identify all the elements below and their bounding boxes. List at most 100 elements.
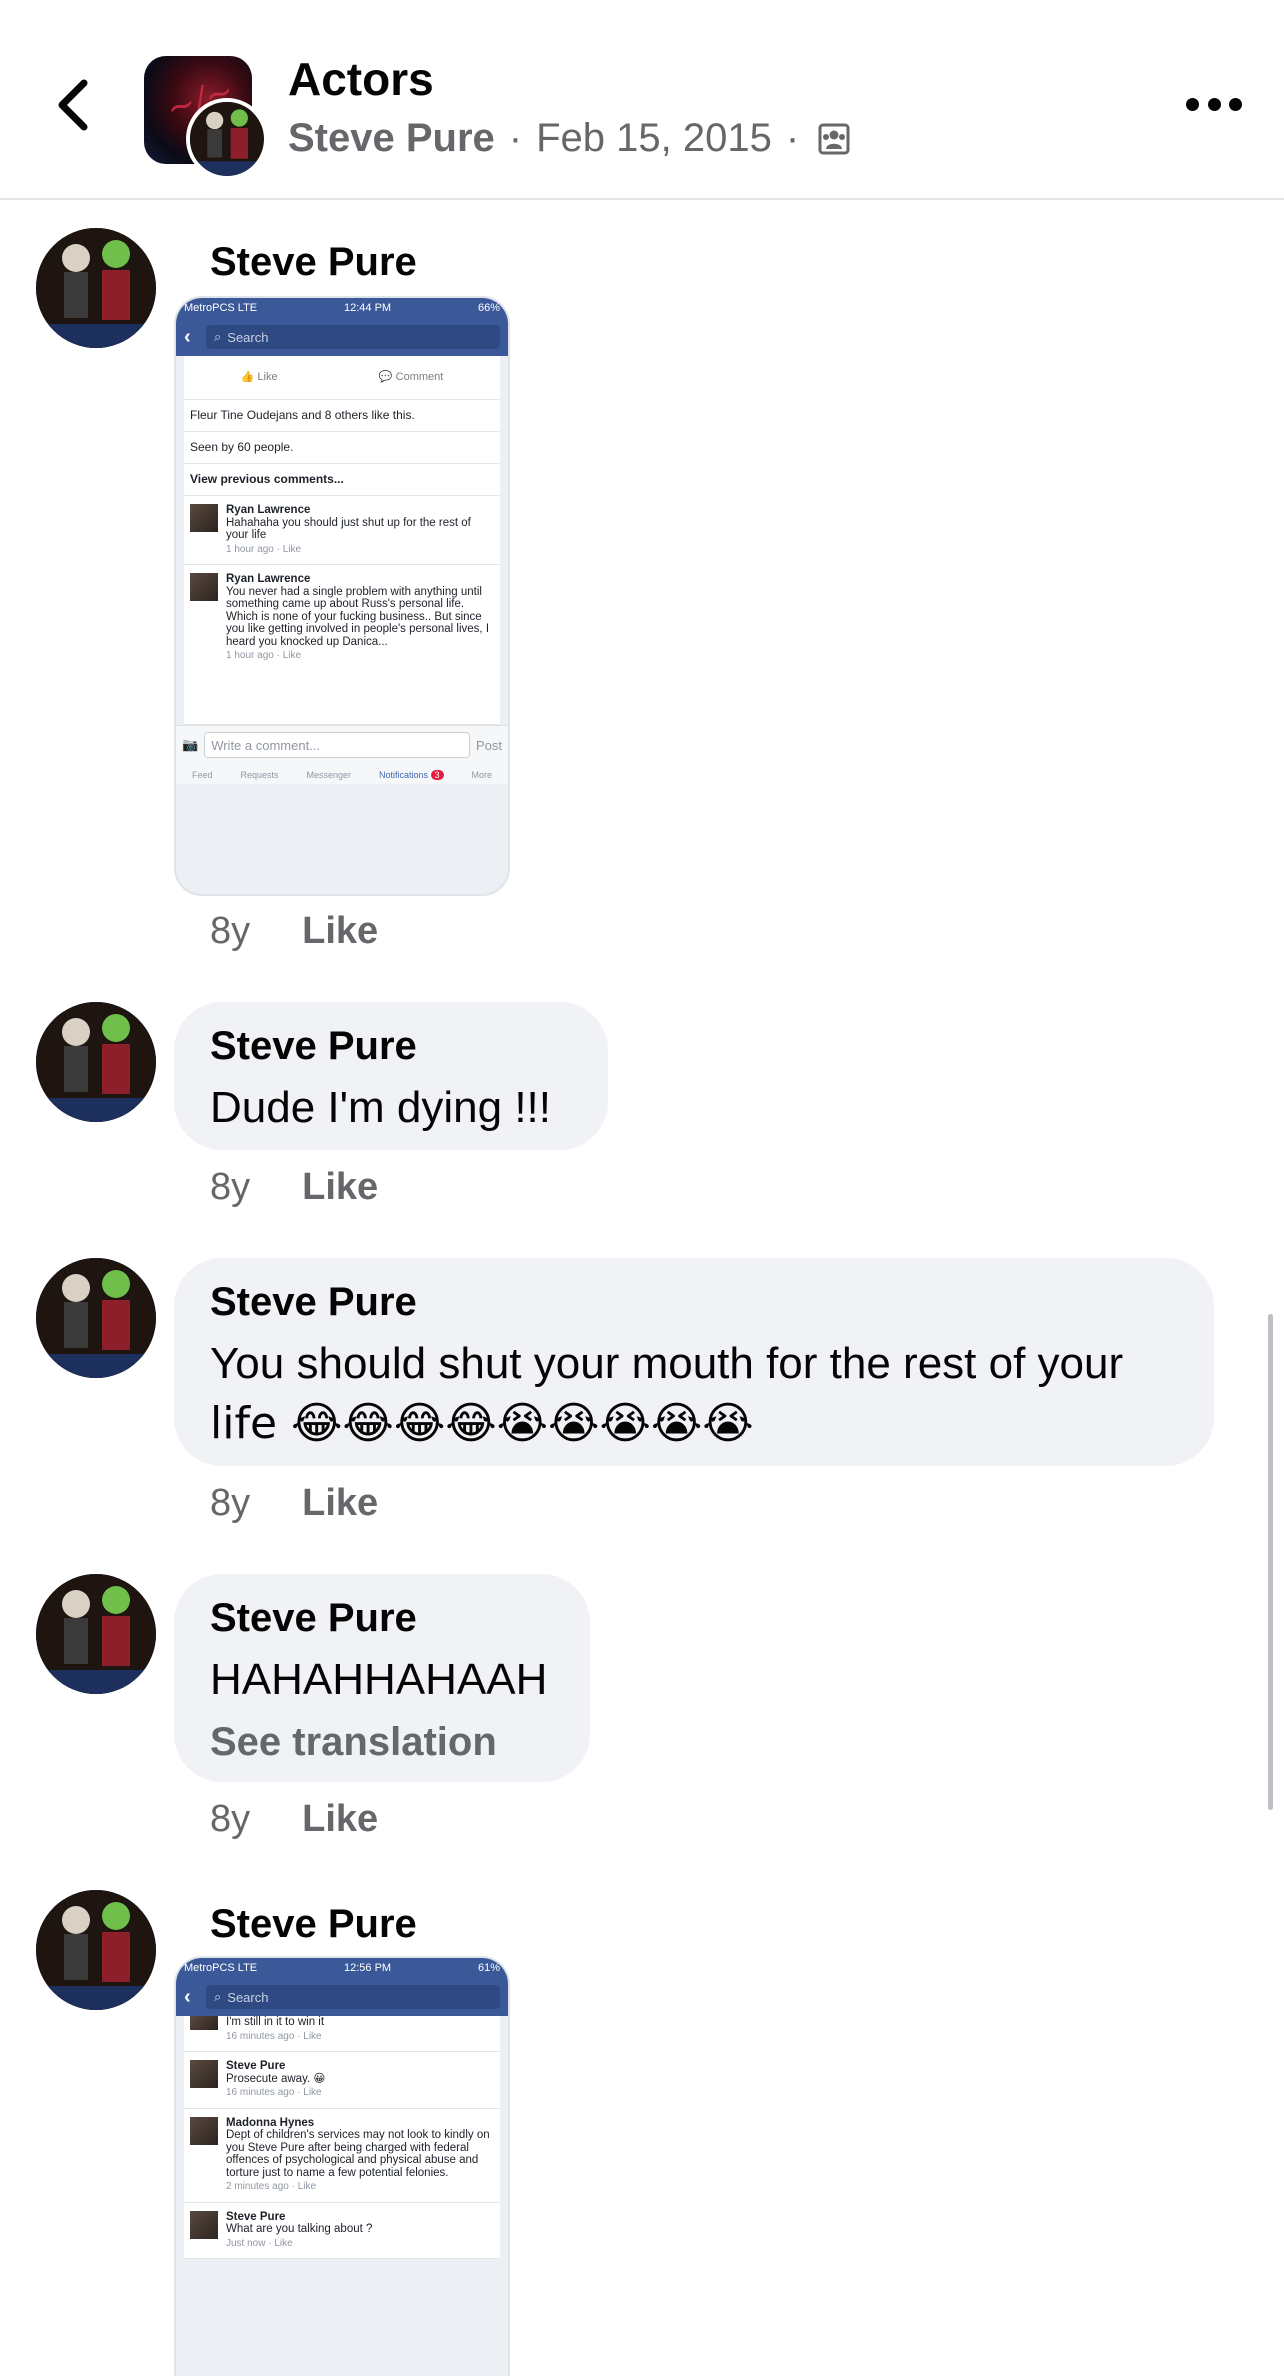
screenshot-tab-bar: Feed Requests Messenger Notifications 3 … — [176, 764, 508, 784]
screenshot-comment-author: Ryan Lawrence — [226, 573, 311, 585]
commenter-avatar[interactable] — [36, 1574, 156, 1694]
comment-meta: 8y Like — [210, 1166, 378, 1209]
screenshot-comment-avatar — [190, 2210, 218, 2239]
camera-icon: 📷 — [182, 737, 199, 752]
comment-image-attachment[interactable]: MetroPCS LTE 12:44 PM 66% ‹ ⌕ Search 👍 L… — [174, 296, 510, 896]
comment-text-line: life 😂😂😂😂😭😭😭😭😭 — [210, 1394, 754, 1454]
comment-text: HAHAHHAHAAH — [210, 1655, 548, 1704]
chevron-left-icon: ‹ — [184, 325, 191, 348]
chevron-left-icon: ‹ — [184, 1985, 191, 2008]
screenshot-content: I'm still in it to win it 16 minutes ago… — [184, 2016, 500, 2259]
screenshot-comment-time: Just now · Like — [226, 2237, 293, 2249]
screenshot-likes-line: Fleur Tine Oudejans and 8 others like th… — [184, 400, 500, 432]
screenshot-comment-text: What are you talking about ? — [226, 2223, 373, 2235]
author-mini-avatar[interactable] — [186, 98, 268, 180]
post-byline: Steve Pure · Feb 15, 2015 · — [288, 116, 851, 161]
commenter-name[interactable]: Steve Pure — [210, 1280, 417, 1325]
screenshot-tab: Requests — [240, 770, 279, 780]
screenshot-comment-author: Madonna Hynes — [226, 2116, 315, 2129]
screenshot-like: Like — [257, 371, 278, 383]
avatar-photo — [36, 1002, 156, 1122]
screenshot-comment-item: I'm still in it to win it 16 minutes ago… — [184, 2016, 500, 2052]
like-button[interactable]: Like — [302, 1166, 378, 1209]
screenshot-comment-text: I'm still in it to win it — [226, 2016, 325, 2028]
screenshot-comment-time: 2 minutes ago · Like — [226, 2181, 317, 2192]
comment-text-line: You should shut your mouth for the rest … — [210, 1339, 1124, 1388]
screenshot-comment-item: Steve Pure Prosecute away. 😀 16 minutes … — [184, 2052, 500, 2109]
comment-image-attachment[interactable]: MetroPCS LTE 12:56 PM 61% ‹ ⌕ Search I'm… — [174, 1956, 510, 2376]
screenshot-composer: 📷 Write a comment... Post — [176, 725, 508, 764]
commenter-name[interactable]: Steve Pure — [210, 240, 417, 285]
status-time: 12:44 PM — [344, 302, 392, 314]
back-button[interactable] — [44, 70, 100, 140]
screenshot-comment-text: You never had a single problem with anyt… — [226, 585, 490, 648]
byline-separator: · — [785, 116, 800, 160]
screenshot-comment: Comment — [395, 371, 444, 383]
screenshot-status-bar: MetroPCS LTE 12:56 PM 61% — [176, 1958, 508, 1978]
comment-timestamp[interactable]: 8y — [210, 1798, 250, 1841]
screenshot-comment-text: Dept of children's services may not look… — [226, 2129, 490, 2179]
screenshot-previous-comments: View previous comments... — [184, 464, 500, 496]
comment-icon: 💬 — [378, 371, 393, 383]
comment-meta: 8y Like — [210, 1482, 378, 1525]
like-button[interactable]: Like — [302, 910, 378, 953]
thumbs-up-icon: 👍 — [240, 371, 255, 383]
search-placeholder: Search — [227, 329, 269, 345]
like-button[interactable]: Like — [302, 1482, 378, 1525]
commenter-name[interactable]: Steve Pure — [210, 1024, 417, 1069]
avatar-photo — [36, 228, 156, 348]
screenshot-comment-time: 1 hour ago · Like — [226, 543, 302, 555]
screenshot-actions: 👍 Like 💬 Comment — [184, 356, 500, 400]
screenshot-comment-time: 16 minutes ago · Like — [226, 2030, 322, 2042]
screenshot-comment-avatar — [190, 504, 218, 532]
comment-text: Dude I'm dying !!! — [210, 1083, 551, 1132]
comment-timestamp[interactable]: 8y — [210, 1166, 250, 1209]
screenshot-nav-bar: ‹ ⌕ Search — [176, 1978, 508, 2016]
screenshot-status-bar: MetroPCS LTE 12:44 PM 66% — [176, 298, 508, 318]
avatar-photo — [190, 102, 264, 176]
more-options-button[interactable] — [1186, 94, 1242, 114]
screenshot-comment-item: Ryan Lawrence You never had a single pro… — [184, 565, 500, 725]
post-date[interactable]: Feb 15, 2015 — [536, 116, 772, 161]
like-button[interactable]: Like — [302, 1798, 378, 1841]
commenter-name[interactable]: Steve Pure — [210, 1902, 417, 1947]
more-horizontal-icon — [1186, 97, 1199, 111]
screenshot-tab-label: Notifications — [378, 770, 428, 780]
notification-badge: 3 — [430, 770, 444, 780]
commenter-avatar[interactable] — [36, 228, 156, 348]
byline-separator: · — [508, 116, 523, 160]
screenshot-comment-author: Ryan Lawrence — [226, 504, 311, 516]
status-battery: 66% — [477, 302, 500, 314]
commenter-avatar[interactable] — [36, 1890, 156, 2010]
avatar-photo — [36, 1890, 156, 2010]
screenshot-comment-avatar — [190, 2060, 218, 2088]
comment-meta: 8y Like — [210, 910, 378, 953]
commenter-avatar[interactable] — [36, 1002, 156, 1122]
screenshot-tab-active: Notifications 3 — [379, 770, 444, 780]
screenshot-comment-author: Steve Pure — [226, 2210, 286, 2223]
status-time: 12:56 PM — [344, 1962, 392, 1974]
comment-timestamp[interactable]: 8y — [210, 1482, 250, 1525]
chevron-left-icon — [58, 79, 88, 131]
screenshot-tab: Messenger — [306, 770, 351, 780]
commenter-avatar[interactable] — [36, 1258, 156, 1378]
screenshot-comment-item: Steve Pure What are you talking about ? … — [184, 2203, 500, 2259]
more-horizontal-icon-dot — [1229, 97, 1242, 111]
commenter-name[interactable]: Steve Pure — [210, 1596, 417, 1641]
screenshot-comment-time: 1 hour ago · Like — [226, 650, 302, 661]
comment-text-emoji-line: life 😂😂😂😂😭😭😭😭😭 — [210, 1398, 754, 1449]
more-horizontal-icon-dot — [1207, 97, 1221, 111]
scrollbar[interactable] — [1268, 1314, 1273, 1810]
screenshot-seen-line: Seen by 60 people. — [184, 432, 500, 464]
screenshot-nav-bar: ‹ ⌕ Search — [176, 318, 508, 356]
screenshot-tab: Feed — [191, 770, 213, 780]
avatar-photo — [36, 1258, 156, 1378]
group-audience-icon[interactable] — [817, 122, 851, 156]
author-name[interactable]: Steve Pure — [288, 116, 495, 161]
search-placeholder: Search — [227, 1989, 269, 2005]
see-translation-link[interactable]: See translation — [210, 1720, 497, 1765]
screenshot-content: 👍 Like 💬 Comment Fleur Tine Oudejans and… — [184, 356, 500, 725]
screenshot-comment-avatar — [190, 573, 218, 601]
group-title[interactable]: Actors — [288, 52, 434, 106]
comment-timestamp[interactable]: 8y — [210, 910, 250, 953]
